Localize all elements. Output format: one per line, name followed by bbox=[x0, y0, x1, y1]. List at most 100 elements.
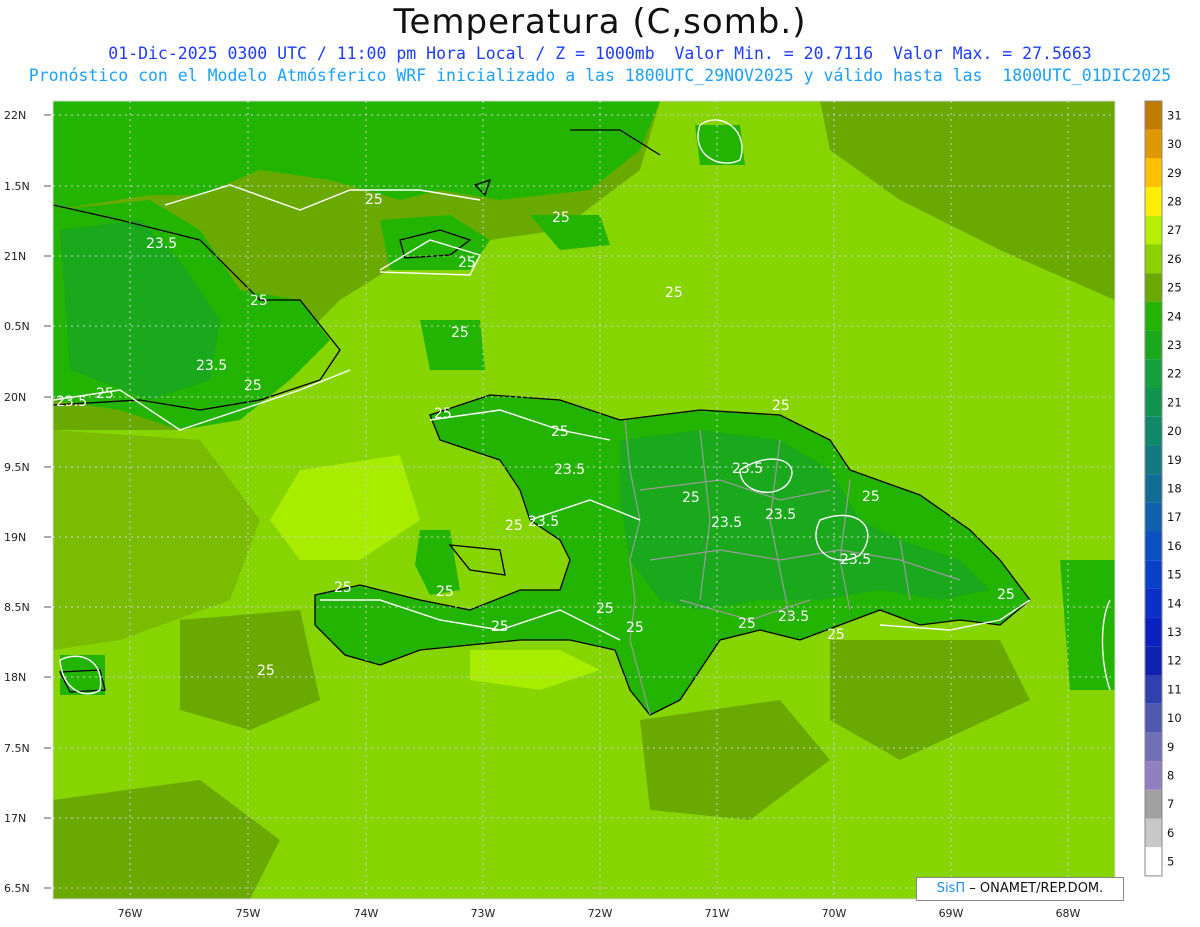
temperature-map: 25 23.5 25 25 25 25 25 23.5 25 25 23.5 2… bbox=[4, 100, 1182, 920]
colorbar-swatch bbox=[1145, 502, 1162, 532]
colorbar-swatch bbox=[1145, 416, 1162, 446]
lat-label: 7.5N bbox=[4, 742, 30, 755]
lon-label: 74W bbox=[354, 907, 379, 920]
lon-label: 75W bbox=[236, 907, 261, 920]
colorbar-label: 14 bbox=[1167, 596, 1182, 610]
contour-label: 25 bbox=[244, 378, 262, 394]
contour-label: 25 bbox=[862, 489, 880, 505]
lat-label: 21N bbox=[4, 250, 26, 263]
contour-label: 25 bbox=[665, 285, 683, 301]
colorbar-swatch bbox=[1145, 732, 1162, 762]
contour-label: 23.5 bbox=[765, 507, 796, 523]
colorbar-label: 19 bbox=[1167, 453, 1182, 467]
colorbar-swatch bbox=[1145, 187, 1162, 216]
colorbar-swatch bbox=[1145, 588, 1162, 618]
contour-label: 25 bbox=[551, 424, 569, 440]
contour-label: 23.5 bbox=[146, 236, 177, 252]
colorbar-label: 28 bbox=[1167, 194, 1182, 208]
lat-label: 1.5N bbox=[4, 180, 30, 193]
colorbar-swatch bbox=[1145, 215, 1162, 245]
brand-logo: SisΠ bbox=[936, 881, 966, 896]
colorbar-label: 8 bbox=[1167, 768, 1174, 782]
lat-label: 0.5N bbox=[4, 320, 30, 333]
contour-label: 23.5 bbox=[732, 461, 763, 477]
lat-label: 19N bbox=[4, 531, 26, 544]
credit-text: – ONAMET/REP.DOM. bbox=[965, 881, 1104, 896]
contour-label: 25 bbox=[96, 386, 114, 402]
colorbar-swatch bbox=[1145, 158, 1162, 188]
field-island-green-3 bbox=[695, 125, 745, 165]
colorbar-swatch bbox=[1145, 646, 1162, 675]
lon-label: 69W bbox=[939, 907, 964, 920]
contour-label: 25 bbox=[682, 490, 700, 506]
lat-label: 8.5N bbox=[4, 601, 30, 614]
colorbar-label: 21 bbox=[1167, 395, 1182, 409]
contour-label: 25 bbox=[257, 663, 275, 679]
longitude-axis: 76W 75W 74W 73W 72W 71W 70W 69W 68W bbox=[118, 907, 1081, 920]
field-jamaica-green bbox=[60, 655, 105, 695]
colorbar-swatch bbox=[1145, 847, 1162, 876]
lat-label: 20N bbox=[4, 391, 26, 404]
contour-label: 23.5 bbox=[554, 462, 585, 478]
colorbar-label: 17 bbox=[1167, 510, 1182, 524]
colorbar-label: 24 bbox=[1167, 309, 1182, 323]
colorbar-swatch bbox=[1145, 273, 1162, 302]
credit-box: SisΠ – ONAMET/REP.DOM. bbox=[916, 877, 1124, 901]
contour-label: 25 bbox=[738, 616, 756, 632]
colorbar-swatch bbox=[1145, 244, 1162, 274]
contour-label: 23.5 bbox=[778, 609, 809, 625]
colorbar-swatch bbox=[1145, 445, 1162, 475]
lat-label: 22N bbox=[4, 109, 26, 122]
contour-label: 25 bbox=[552, 210, 570, 226]
colorbar-swatch bbox=[1145, 474, 1162, 503]
colorbar-swatch bbox=[1145, 761, 1162, 790]
colorbar-swatch bbox=[1145, 703, 1162, 733]
colorbar-label: 20 bbox=[1167, 424, 1182, 438]
contour-label: 23.5 bbox=[711, 515, 742, 531]
colorbar-label: 29 bbox=[1167, 166, 1182, 180]
contour-label: 25 bbox=[250, 293, 268, 309]
contour-label: 25 bbox=[772, 398, 790, 414]
contour-label: 23.5 bbox=[528, 514, 559, 530]
contour-label: 25 bbox=[997, 587, 1015, 603]
contour-label: 25 bbox=[505, 518, 523, 534]
contour-label: 25 bbox=[365, 192, 383, 208]
colorbar-label: 5 bbox=[1167, 855, 1174, 869]
colorbar-label: 7 bbox=[1167, 797, 1174, 811]
contour-label: 23.5 bbox=[840, 552, 871, 568]
colorbar-swatch bbox=[1145, 301, 1162, 331]
colorbar-swatch bbox=[1145, 617, 1162, 647]
contour-label: 25 bbox=[827, 627, 845, 643]
lon-label: 68W bbox=[1056, 907, 1081, 920]
lon-label: 71W bbox=[705, 907, 730, 920]
colorbar-swatch bbox=[1145, 129, 1162, 159]
lon-label: 72W bbox=[588, 907, 613, 920]
colorbar-label: 12 bbox=[1167, 654, 1182, 668]
colorbar-swatch bbox=[1145, 675, 1162, 704]
colorbar-swatch bbox=[1145, 330, 1162, 360]
colorbar-label: 27 bbox=[1167, 223, 1182, 237]
lat-label: 18N bbox=[4, 671, 26, 684]
colorbar-label: 15 bbox=[1167, 568, 1182, 582]
colorbar-label: 18 bbox=[1167, 481, 1182, 495]
contour-label: 25 bbox=[626, 620, 644, 636]
contour-label: 25 bbox=[451, 325, 469, 341]
colorbar-label: 25 bbox=[1167, 281, 1182, 295]
colorbar-label: 30 bbox=[1167, 137, 1182, 151]
colorbar-label: 10 bbox=[1167, 711, 1182, 725]
lat-label: 17N bbox=[4, 812, 26, 825]
colorbar-swatch bbox=[1145, 388, 1162, 417]
colorbar-label: 23 bbox=[1167, 338, 1182, 352]
temperature-field: 25 23.5 25 25 25 25 25 23.5 25 25 23.5 2… bbox=[53, 101, 1115, 899]
colorbar-swatch bbox=[1145, 359, 1162, 388]
colorbar-swatch bbox=[1145, 531, 1162, 561]
latitude-axis: 22N 1.5N 21N 0.5N 20N 9.5N 19N 8.5N 18N … bbox=[4, 109, 51, 895]
colorbar-label: 13 bbox=[1167, 625, 1182, 639]
contour-label: 25 bbox=[491, 619, 509, 635]
colorbar-label: 9 bbox=[1167, 740, 1174, 754]
colorbar-swatch bbox=[1145, 101, 1162, 130]
colorbar-swatch bbox=[1145, 560, 1162, 589]
contour-label: 25 bbox=[596, 601, 614, 617]
lon-label: 70W bbox=[822, 907, 847, 920]
colorbar-swatch bbox=[1145, 818, 1162, 848]
